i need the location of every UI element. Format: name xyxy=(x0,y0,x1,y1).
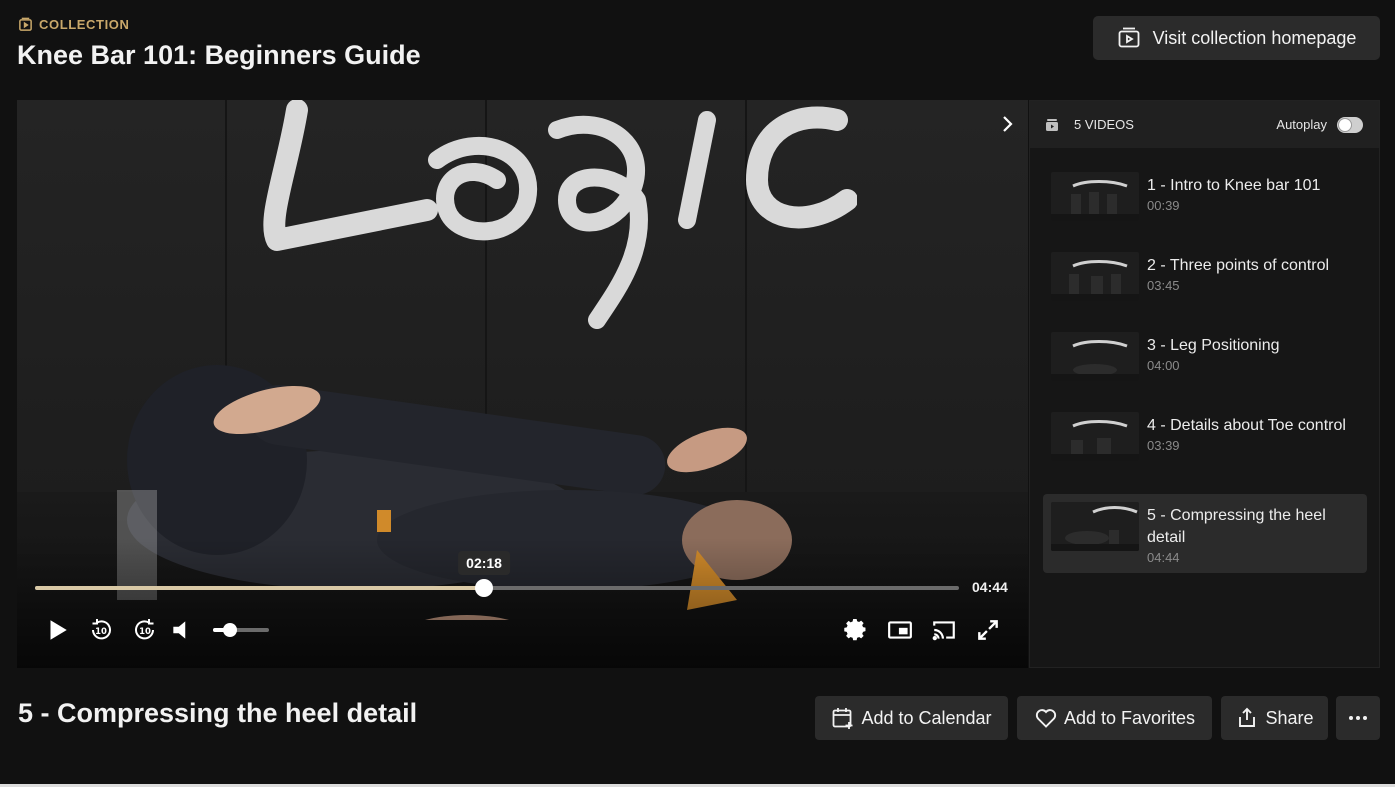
autoplay-toggle[interactable] xyxy=(1337,116,1363,133)
cast-icon xyxy=(932,621,955,641)
progress-scrubber[interactable] xyxy=(475,579,494,597)
settings-icon xyxy=(844,619,866,641)
more-options-icon xyxy=(1349,716,1367,720)
playlist-item-duration: 03:39 xyxy=(1147,438,1180,453)
playlist-item-title: 3 - Leg Positioning xyxy=(1147,337,1280,354)
share-button[interactable]: Share xyxy=(1221,696,1328,740)
add-to-calendar-label: Add to Calendar xyxy=(861,707,992,728)
share-icon xyxy=(1239,707,1256,727)
play-button[interactable] xyxy=(42,615,72,645)
volume-slider[interactable] xyxy=(213,623,269,637)
rewind-10-icon: 10 xyxy=(92,619,111,640)
playlist-header: 5 VIDEOS Autoplay xyxy=(1030,101,1379,148)
svg-text:10: 10 xyxy=(139,627,151,637)
video-title: 5 - Compressing the heel detail xyxy=(18,698,418,728)
playlist-item[interactable]: 4 - Details about Toe control 03:39 xyxy=(1043,404,1367,469)
playlist-item-active[interactable]: 5 - Compressing the heel detail 04:44 xyxy=(1043,494,1367,573)
playlist-stack-icon xyxy=(1046,118,1058,131)
playlist-item-duration: 04:44 xyxy=(1147,550,1180,565)
add-to-favorites-button[interactable]: Add to Favorites xyxy=(1017,696,1212,740)
duration-label: 04:44 xyxy=(972,579,1008,595)
video-thumbnail xyxy=(1051,412,1139,461)
volume-icon xyxy=(173,621,186,639)
video-thumbnail xyxy=(1051,332,1139,381)
playlist-item[interactable]: 2 - Three points of control 03:45 xyxy=(1043,244,1367,309)
video-thumbnail xyxy=(1051,172,1139,221)
fullscreen-icon xyxy=(978,620,998,640)
playlist-item-title: 4 - Details about Toe control xyxy=(1147,417,1346,434)
forward-10-button[interactable]: 10 xyxy=(130,615,160,645)
share-label: Share xyxy=(1265,707,1314,728)
fullscreen-button[interactable] xyxy=(973,615,1003,645)
heart-icon xyxy=(1035,709,1057,728)
video-player[interactable]: 02:18 04:44 10 10 xyxy=(17,100,1028,668)
picture-in-picture-button[interactable] xyxy=(885,615,915,645)
playlist-item-title: 1 - Intro to Knee bar 101 xyxy=(1147,177,1321,194)
add-to-favorites-label: Add to Favorites xyxy=(1063,707,1196,728)
collection-play-icon xyxy=(1118,27,1139,48)
settings-button[interactable] xyxy=(841,615,871,645)
play-icon xyxy=(50,620,67,640)
volume-thumb[interactable] xyxy=(222,623,237,637)
thumbnail-image xyxy=(1051,502,1139,551)
visit-collection-button[interactable]: Visit collection homepage xyxy=(1093,16,1380,60)
thumbnail-image xyxy=(1051,332,1139,381)
more-options-button[interactable] xyxy=(1336,696,1380,740)
mute-button[interactable] xyxy=(167,615,197,645)
thumbnail-image xyxy=(1051,412,1139,461)
video-count: 5 VIDEOS xyxy=(1074,117,1134,132)
visit-collection-label: Visit collection homepage xyxy=(1152,27,1357,48)
svg-text:10: 10 xyxy=(95,627,107,637)
playlist-item-duration: 00:39 xyxy=(1147,198,1180,213)
next-video-icon[interactable] xyxy=(998,114,1016,134)
page-title: Knee Bar 101: Beginners Guide xyxy=(17,40,421,70)
forward-10-icon: 10 xyxy=(135,619,154,640)
calendar-add-icon xyxy=(833,708,853,729)
playlist-panel: 5 VIDEOS Autoplay 1 - Intro to Knee bar … xyxy=(1029,100,1380,668)
progress-bar[interactable]: 02:18 xyxy=(35,551,959,597)
picture-in-picture-icon xyxy=(888,621,912,639)
add-to-calendar-button[interactable]: Add to Calendar xyxy=(815,696,1008,740)
collection-label: COLLECTION xyxy=(18,17,130,32)
playlist-item-duration: 04:00 xyxy=(1147,358,1180,373)
autoplay-label: Autoplay xyxy=(1276,117,1327,132)
playlist-item-duration: 03:45 xyxy=(1147,278,1180,293)
collection-icon xyxy=(19,17,32,31)
rewind-10-button[interactable]: 10 xyxy=(86,615,116,645)
current-time-tooltip: 02:18 xyxy=(458,551,510,575)
controls-overlay xyxy=(17,538,1028,668)
thumbnail-image xyxy=(1051,252,1139,301)
playlist-item[interactable]: 3 - Leg Positioning 04:00 xyxy=(1043,324,1367,389)
thumbnail-image xyxy=(1051,172,1139,221)
progress-fill xyxy=(35,586,485,590)
playlist-item-title: 5 - Compressing the heel detail xyxy=(1147,507,1326,546)
video-thumbnail xyxy=(1051,502,1139,551)
video-thumbnail xyxy=(1051,252,1139,301)
toggle-knob xyxy=(1339,118,1351,131)
playlist-item[interactable]: 1 - Intro to Knee bar 101 00:39 xyxy=(1043,164,1367,229)
cast-button[interactable] xyxy=(929,615,959,645)
collection-label-text: COLLECTION xyxy=(39,17,130,32)
playlist-item-title: 2 - Three points of control xyxy=(1147,257,1330,274)
